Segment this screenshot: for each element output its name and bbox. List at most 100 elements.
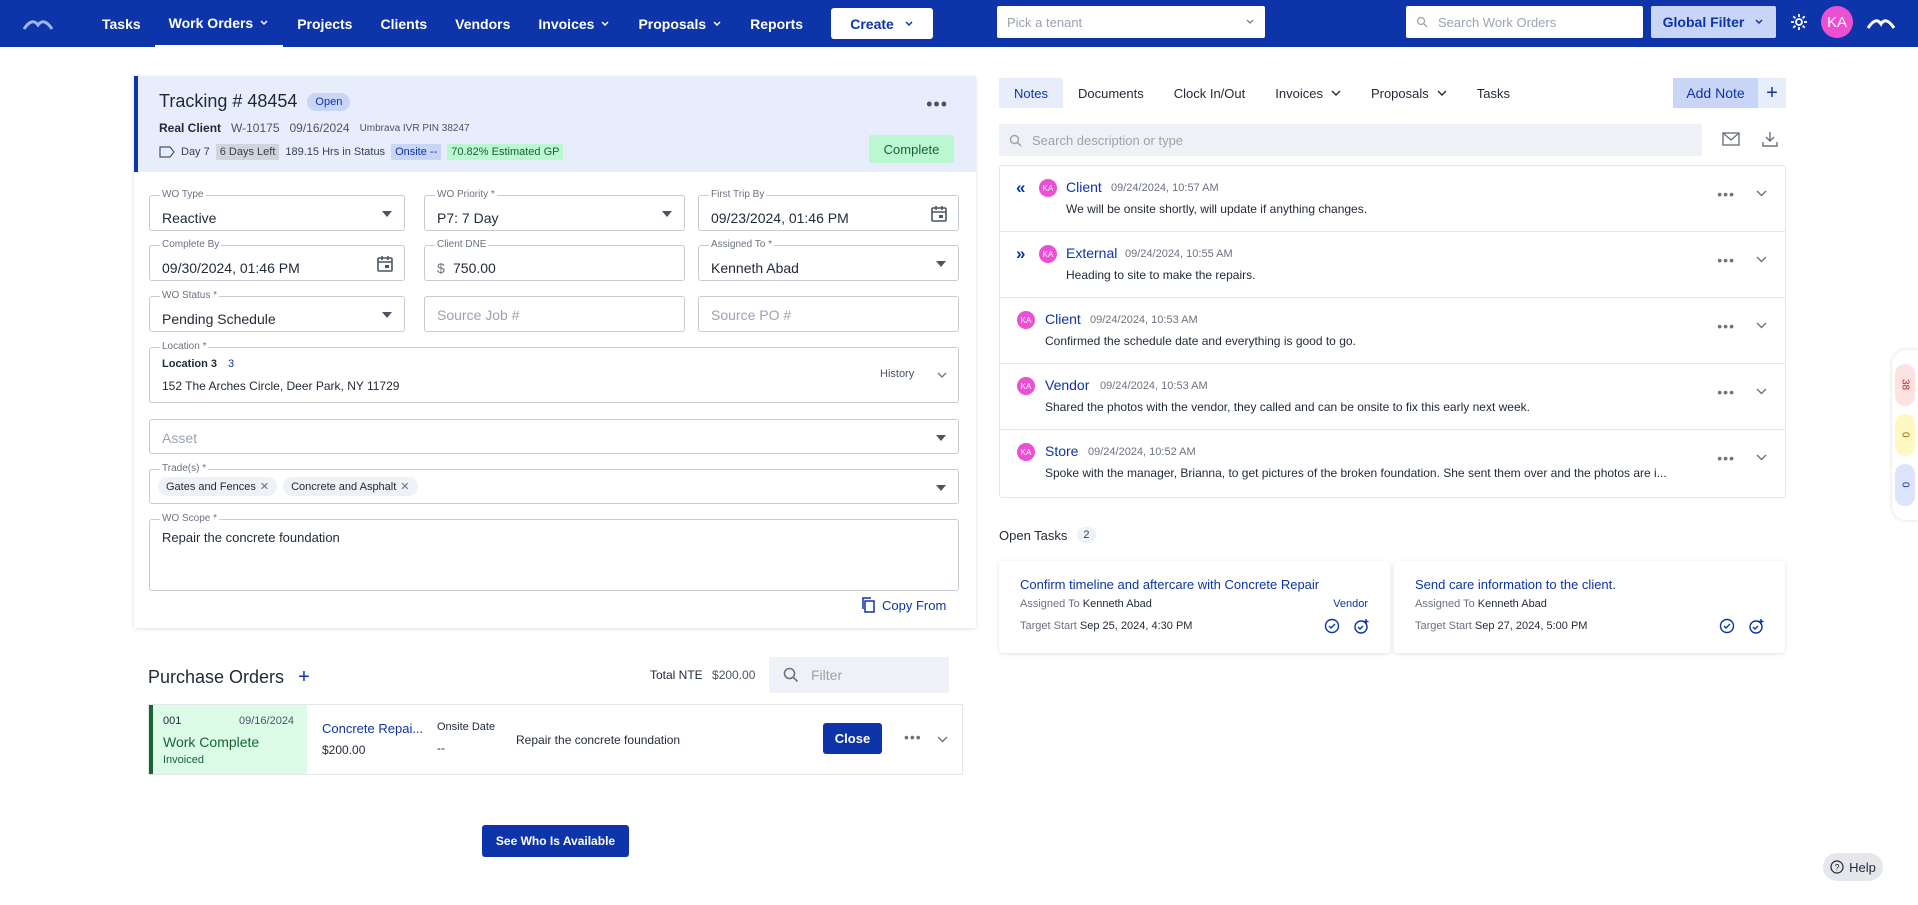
field-value: Pending Schedule — [162, 311, 276, 327]
asset-select[interactable]: Asset — [149, 419, 959, 454]
remove-chip-icon[interactable]: ✕ — [260, 480, 269, 493]
first-trip-by-field[interactable]: First Trip By 09/23/2024, 01:46 PM — [698, 189, 959, 231]
nav-work-orders[interactable]: Work Orders — [154, 0, 284, 47]
purchase-order-row[interactable]: 001 09/16/2024 Work Complete Invoiced Co… — [148, 704, 963, 775]
counter-red[interactable]: 38 — [1895, 364, 1915, 406]
more-options-icon[interactable]: ••• — [1717, 318, 1735, 334]
add-check-icon[interactable] — [1354, 618, 1370, 634]
close-po-button[interactable]: Close — [823, 723, 882, 754]
note-search-input[interactable]: Search description or type — [999, 124, 1702, 156]
chevron-down-icon[interactable] — [1756, 454, 1767, 461]
gear-icon[interactable] — [1789, 12, 1809, 32]
nav-vendors[interactable]: Vendors — [441, 0, 524, 47]
chevron-down-icon[interactable] — [1756, 256, 1767, 263]
assignee: Kenneth Abad — [1477, 598, 1547, 610]
more-options-icon[interactable]: ••• — [1717, 186, 1735, 202]
check-circle-icon[interactable] — [1719, 618, 1735, 634]
calendar-icon[interactable] — [930, 205, 948, 223]
field-value: Reactive — [162, 210, 217, 226]
mail-icon[interactable] — [1722, 132, 1740, 146]
create-button[interactable]: Create — [831, 8, 934, 39]
work-order-search[interactable]: Search Work Orders — [1406, 6, 1643, 38]
help-icon: ? — [1830, 860, 1844, 874]
add-note-button[interactable]: Add Note — [1673, 78, 1758, 108]
nav-label: Projects — [297, 15, 353, 32]
add-check-icon[interactable] — [1749, 618, 1765, 634]
wo-scope-textarea[interactable]: WO Scope * Repair the concrete foundatio… — [149, 513, 959, 591]
complete-button[interactable]: Complete — [869, 135, 954, 163]
client-dne-field[interactable]: Client DNE $ 750.00 — [424, 239, 685, 281]
tab-clock-in-out[interactable]: Clock In/Out — [1159, 78, 1261, 108]
nav-invoices[interactable]: Invoices — [524, 0, 624, 47]
location-name[interactable]: Location 3 — [162, 358, 217, 370]
complete-by-field[interactable]: Complete By 09/30/2024, 01:46 PM — [149, 239, 405, 281]
copy-from-button[interactable]: Copy From — [860, 597, 946, 613]
wo-priority-select[interactable]: WO Priority * P7: 7 Day — [424, 189, 685, 231]
wo-type-select[interactable]: WO Type Reactive — [149, 189, 405, 231]
more-options-icon[interactable]: ••• — [1717, 384, 1735, 400]
note-item[interactable]: » KA External 09/24/2024, 10:55 AM Headi… — [1000, 232, 1785, 298]
tenant-select[interactable]: Pick a tenant — [997, 6, 1265, 38]
tab-invoices[interactable]: Invoices — [1260, 78, 1356, 108]
more-options-icon[interactable]: ••• — [1717, 252, 1735, 268]
calendar-icon[interactable] — [376, 255, 394, 273]
search-icon — [1009, 134, 1022, 146]
counter-blue[interactable]: 0 — [1895, 464, 1915, 506]
remove-chip-icon[interactable]: ✕ — [400, 480, 409, 493]
section-title: Open Tasks — [999, 527, 1068, 543]
add-icon[interactable]: + — [1758, 78, 1786, 108]
note-item[interactable]: KA Store 09/24/2024, 10:52 AM Spoke with… — [1000, 430, 1785, 496]
client-name[interactable]: Real Client — [159, 121, 221, 135]
wo-status-select[interactable]: WO Status * Pending Schedule — [149, 290, 405, 332]
chevron-down-icon[interactable] — [1756, 190, 1767, 197]
field-value: Kenneth Abad — [711, 260, 799, 276]
more-options-icon[interactable]: ••• — [904, 729, 922, 745]
tab-tasks[interactable]: Tasks — [1462, 78, 1525, 108]
chevron-down-icon[interactable] — [937, 736, 948, 743]
side-counters: 38 0 0 — [1892, 350, 1918, 520]
location-number: 3 — [228, 358, 235, 370]
chevron-down-icon[interactable] — [1756, 322, 1767, 329]
more-options-icon[interactable]: ••• — [926, 94, 948, 115]
task-title[interactable]: Send care information to the client. — [1415, 577, 1616, 592]
see-who-is-available-button[interactable]: See Who Is Available — [482, 825, 629, 857]
chevron-down-icon[interactable] — [937, 372, 947, 379]
history-link[interactable]: History — [880, 368, 914, 380]
po-filter-input[interactable]: Filter — [769, 657, 949, 693]
tab-label: Notes — [1014, 85, 1048, 101]
trades-select[interactable]: Trade(s) * Gates and Fences ✕ Concrete an… — [149, 463, 959, 504]
nav-projects[interactable]: Projects — [283, 0, 366, 47]
tab-proposals[interactable]: Proposals — [1356, 78, 1462, 108]
note-item[interactable]: KA Client 09/24/2024, 10:53 AM Confirmed… — [1000, 298, 1785, 364]
nav-clients[interactable]: Clients — [366, 0, 441, 47]
chevron-down-icon[interactable] — [1756, 388, 1767, 395]
task-card[interactable]: Send care information to the client. Ass… — [1394, 561, 1785, 653]
nav-tasks[interactable]: Tasks — [88, 0, 155, 47]
user-avatar[interactable]: KA — [1821, 6, 1853, 38]
tab-documents[interactable]: Documents — [1063, 78, 1159, 108]
tab-notes[interactable]: Notes — [999, 78, 1063, 108]
po-vendor-link[interactable]: Concrete Repai... — [322, 721, 423, 736]
add-po-icon[interactable]: + — [298, 666, 310, 689]
chevron-down-icon — [1331, 90, 1341, 96]
location-field[interactable]: Location * Location 3 3 152 The Arches C… — [149, 341, 959, 403]
note-type: Client — [1045, 311, 1081, 327]
app-logo[interactable] — [22, 14, 62, 34]
nav-proposals[interactable]: Proposals — [624, 0, 736, 47]
task-card[interactable]: Confirm timeline and aftercare with Conc… — [999, 561, 1390, 653]
nav-reports[interactable]: Reports — [736, 0, 817, 47]
download-icon[interactable] — [1762, 131, 1778, 147]
assigned-to-select[interactable]: Assigned To * Kenneth Abad — [698, 239, 959, 281]
source-job-input[interactable]: Source Job # — [424, 296, 685, 332]
help-button[interactable]: ? Help — [1823, 853, 1883, 881]
more-options-icon[interactable]: ••• — [1717, 450, 1735, 466]
section-title: Purchase Orders — [148, 667, 285, 687]
check-circle-icon[interactable] — [1324, 618, 1340, 634]
task-title[interactable]: Confirm timeline and aftercare with Conc… — [1020, 577, 1319, 592]
global-filter-button[interactable]: Global Filter — [1651, 6, 1776, 38]
note-item[interactable]: KA Vendor 09/24/2024, 10:53 AM Shared th… — [1000, 364, 1785, 430]
counter-yellow[interactable]: 0 — [1895, 414, 1915, 456]
note-item[interactable]: « KA Client 09/24/2024, 10:57 AM We will… — [1000, 166, 1785, 232]
note-time: 09/24/2024, 10:53 AM — [1100, 380, 1208, 392]
source-po-input[interactable]: Source PO # — [698, 296, 959, 332]
